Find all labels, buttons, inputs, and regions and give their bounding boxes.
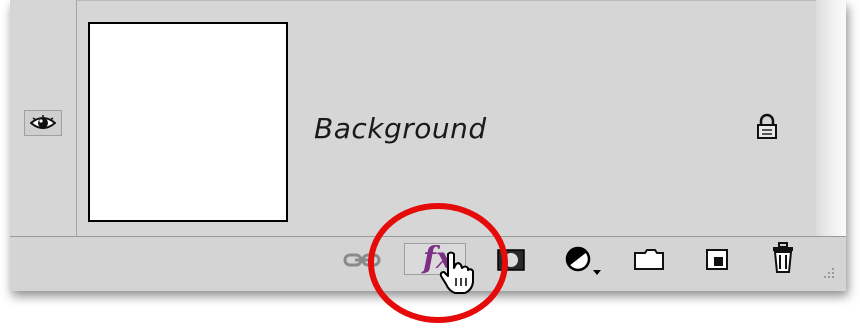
delete-layer-icon (773, 242, 793, 273)
new-adjustment-layer-button[interactable] (562, 245, 606, 277)
scrollbar-track[interactable] (816, 0, 846, 236)
layer-name[interactable]: Background (314, 112, 487, 145)
resize-grip-icon[interactable] (820, 266, 836, 282)
new-group-button[interactable] (632, 245, 666, 273)
new-layer-icon (706, 249, 728, 270)
new-layer-button[interactable] (700, 245, 734, 273)
layer-thumbnail[interactable] (88, 22, 288, 222)
hand-cursor-icon (439, 251, 474, 294)
eye-icon (30, 115, 56, 129)
new-adjustment-layer-icon (565, 246, 601, 275)
layer-visibility-toggle[interactable] (24, 110, 62, 136)
panel-top-border (10, 0, 846, 1)
visibility-column (10, 0, 77, 236)
delete-layer-button[interactable] (766, 241, 800, 275)
new-group-icon (634, 249, 664, 270)
lock-icon (757, 113, 777, 139)
